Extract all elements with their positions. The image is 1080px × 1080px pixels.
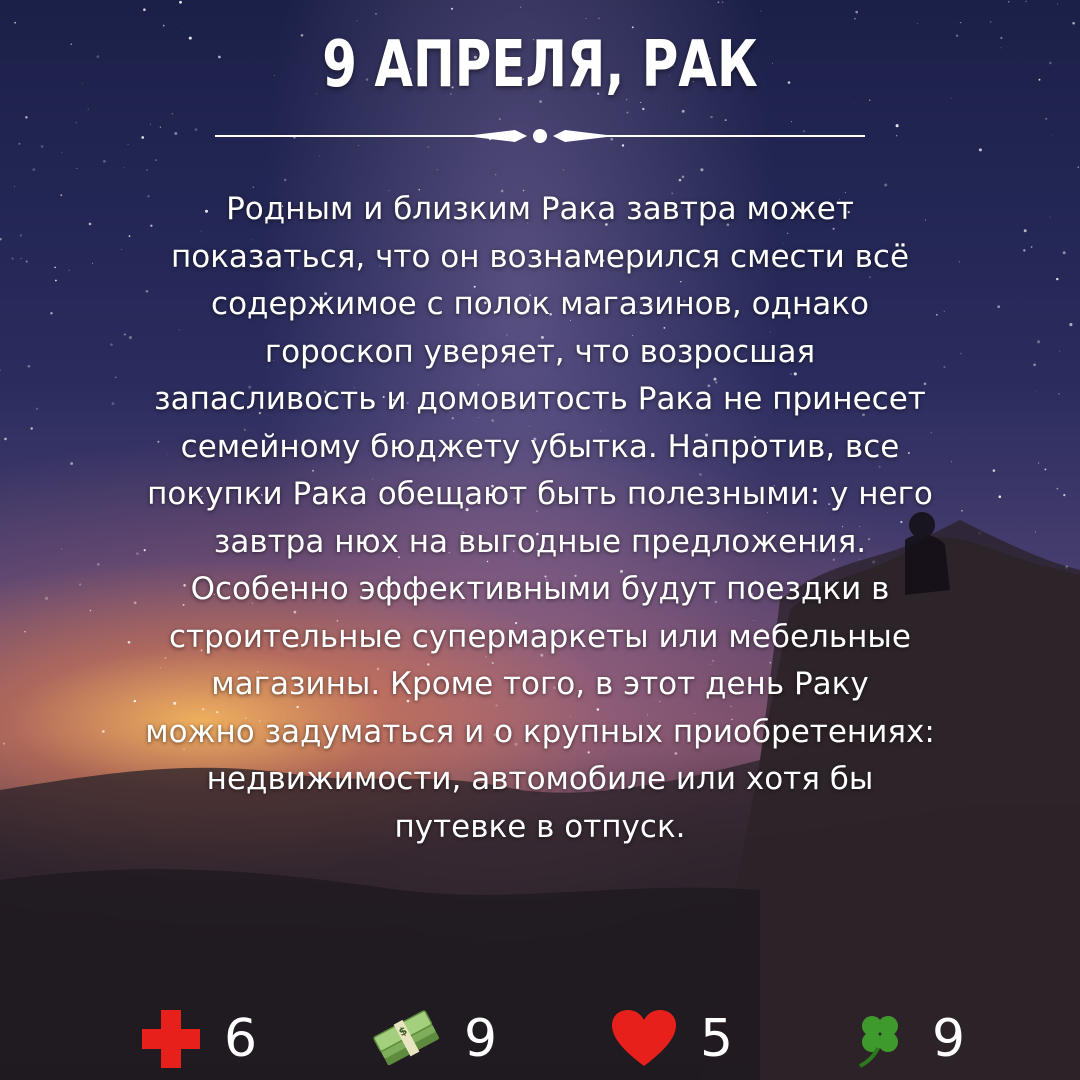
money-icon: $ <box>372 1008 442 1070</box>
money-value: 9 <box>464 1009 498 1069</box>
luck-value: 9 <box>932 1009 966 1069</box>
health-stat: 6 <box>140 1006 257 1072</box>
heart-icon <box>610 1008 678 1070</box>
love-stat: 5 <box>610 1006 733 1072</box>
horoscope-text: Родным и близким Рака завтра может показ… <box>145 191 935 845</box>
health-value: 6 <box>224 1009 258 1069</box>
red-cross-icon <box>140 1008 202 1070</box>
luck-stat: 9 <box>848 1006 965 1072</box>
ornament-divider <box>215 129 865 143</box>
page-title: 9 АПРЕЛЯ, РАК <box>322 28 758 102</box>
clover-icon <box>848 1008 910 1070</box>
money-stat: $ 9 <box>372 1006 497 1072</box>
love-value: 5 <box>700 1009 734 1069</box>
